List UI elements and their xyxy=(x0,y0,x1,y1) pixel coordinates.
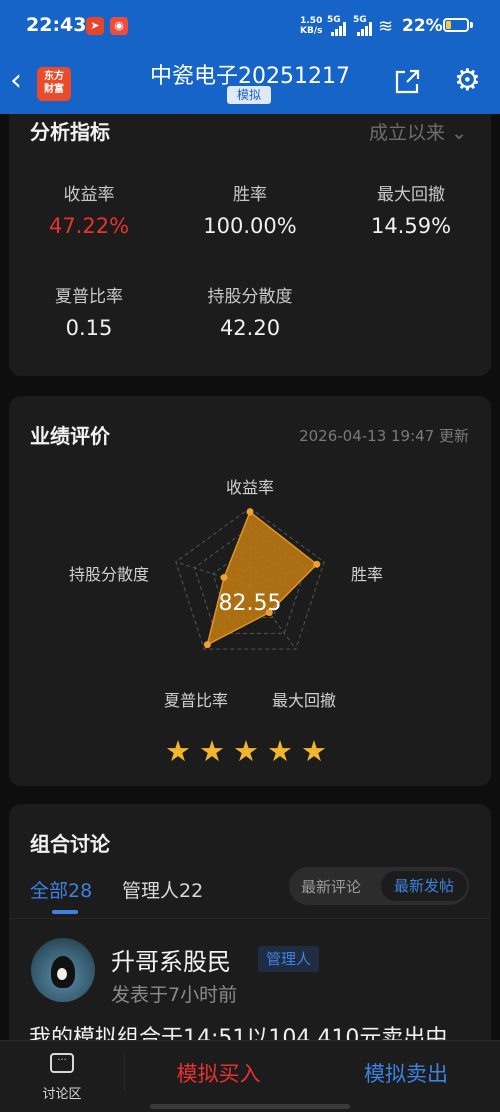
bottom-action-bar: ··· 讨论区 模拟买入 模拟卖出 xyxy=(0,1040,500,1112)
sort-latest-comment[interactable]: 最新评论 xyxy=(301,876,361,897)
post-author[interactable]: 升哥系股民 xyxy=(111,942,231,977)
tab-manager[interactable]: 管理人22 xyxy=(122,876,203,903)
sort-latest-post[interactable]: 最新发帖 xyxy=(381,871,467,901)
metric-label-return: 收益率 xyxy=(63,185,115,205)
performance-card: 业绩评价 2026-04-13 19:47 更新 82.55 收益率 胜率 最大… xyxy=(9,396,491,786)
signal-icon-2 xyxy=(357,22,373,36)
nav-bar: ‹ 东方 财富 中瓷电子20251217 模拟 ⚙ xyxy=(0,52,500,114)
section-title-discussion: 组合讨论 xyxy=(30,832,110,856)
range-selector[interactable]: 成立以来 ⌄ xyxy=(369,118,467,145)
metric-label-sharpe: 夏普比率 xyxy=(55,287,123,307)
radar-point xyxy=(203,641,211,649)
status-bar: 22:43 ➤ ◉ 1.50 KB/s 5G 5G ≋ 22% xyxy=(0,0,500,52)
star-icon: ★ xyxy=(233,734,267,768)
signal-icon xyxy=(331,22,347,36)
radar-point xyxy=(246,508,254,516)
radar-point xyxy=(313,560,321,568)
chat-icon[interactable]: ··· xyxy=(50,1053,74,1073)
rating-stars: ★★★★★ xyxy=(9,734,491,768)
sort-toggle: 最新评论 最新发帖 xyxy=(289,867,469,905)
notification-app-icon: ➤ xyxy=(86,17,104,35)
role-badge: 管理人 xyxy=(258,946,320,972)
home-indicator[interactable] xyxy=(150,1104,350,1109)
metric-value-diversification: 42.20 xyxy=(219,316,281,340)
avatar[interactable] xyxy=(31,938,95,1002)
metric-label-diversification: 持股分散度 xyxy=(207,287,293,307)
metric-label-winrate: 胜率 xyxy=(233,185,267,205)
share-icon[interactable] xyxy=(393,68,421,96)
net-speed: 1.50 KB/s xyxy=(300,16,323,36)
metric-label-drawdown: 最大回撤 xyxy=(377,185,445,205)
battery-percent: 22% xyxy=(402,16,443,36)
discussion-button[interactable]: 讨论区 xyxy=(37,1083,87,1102)
radar-label-winrate: 胜率 xyxy=(351,565,383,584)
metric-value-return: 47.22% xyxy=(48,214,130,238)
simulated-sell-button[interactable]: 模拟卖出 xyxy=(312,1041,500,1107)
simulated-badge: 模拟 xyxy=(227,86,271,104)
simulated-buy-button[interactable]: 模拟买入 xyxy=(125,1041,312,1107)
star-icon: ★ xyxy=(267,734,301,768)
star-icon: ★ xyxy=(165,734,199,768)
tab-all[interactable]: 全部28 xyxy=(30,876,92,903)
metric-value-sharpe: 0.15 xyxy=(65,316,113,340)
radar-label-diversification: 持股分散度 xyxy=(69,565,149,584)
radar-point xyxy=(220,574,228,582)
metric-value-drawdown: 14.59% xyxy=(370,214,452,238)
notification-app-icon-2: ◉ xyxy=(110,17,128,35)
star-icon: ★ xyxy=(199,734,233,768)
clock: 22:43 xyxy=(26,14,87,36)
star-icon: ★ xyxy=(301,734,335,768)
post-time: 发表于7小时前 xyxy=(111,984,238,1006)
radar-chart: 82.55 收益率 胜率 最大回撤 夏普比率 持股分散度 xyxy=(69,478,383,710)
analysis-card: 分析指标 成立以来 ⌄ 收益率 47.22% 胜率 100.00% 最大回撤 1… xyxy=(9,114,491,376)
chevron-down-icon: ⌄ xyxy=(451,122,467,144)
radar-score: 82.55 xyxy=(219,591,282,616)
gear-icon[interactable]: ⚙ xyxy=(454,66,481,96)
tab-active-indicator xyxy=(52,910,78,914)
radar-label-sharpe: 夏普比率 xyxy=(164,691,228,710)
battery-icon xyxy=(443,18,469,32)
radar-label-drawdown: 最大回撤 xyxy=(272,691,336,710)
divider xyxy=(9,918,491,919)
section-title-analysis: 分析指标 xyxy=(30,120,110,144)
metric-value-winrate: 100.00% xyxy=(203,214,297,238)
radar-label-return: 收益率 xyxy=(226,478,274,497)
wifi-icon: ≋ xyxy=(378,16,394,37)
